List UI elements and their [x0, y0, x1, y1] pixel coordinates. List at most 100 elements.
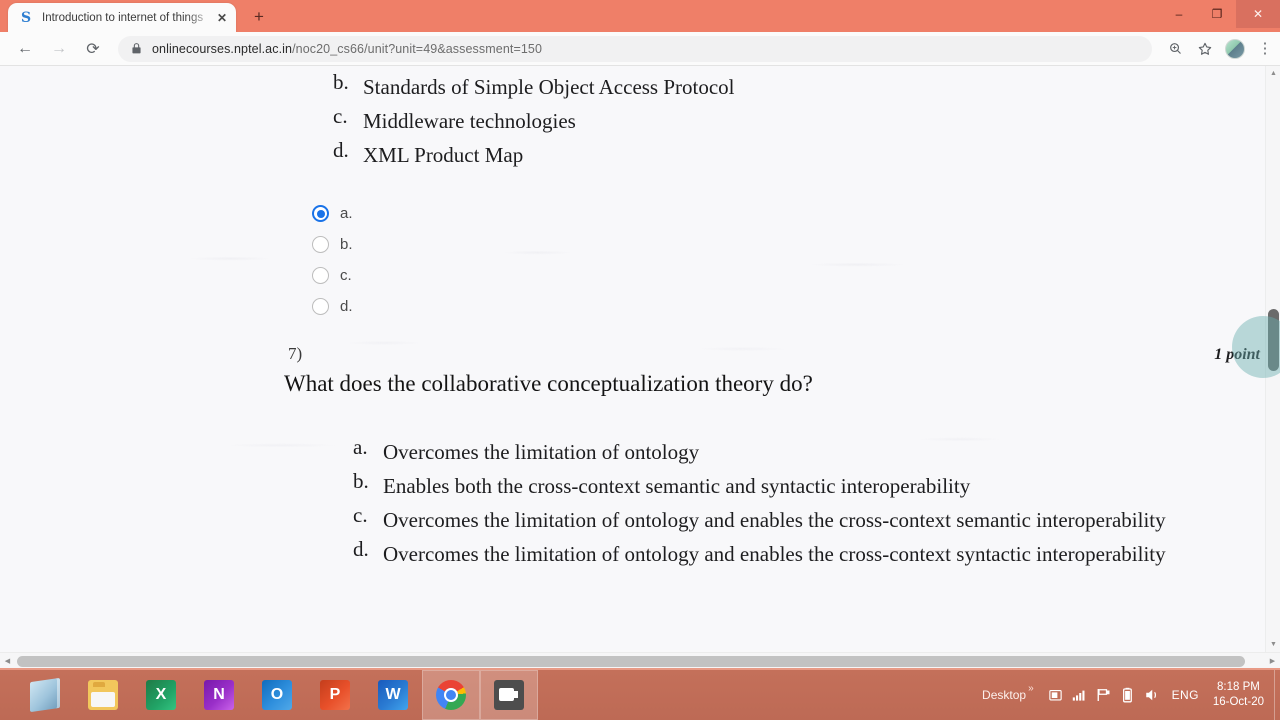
- horizontal-scrollbar[interactable]: ◀ ▶: [0, 652, 1280, 668]
- horizontal-scrollbar-thumb[interactable]: [17, 656, 1245, 667]
- taskbar-item-outlook[interactable]: O: [248, 670, 306, 720]
- window-controls: – ❐ ✕: [1160, 0, 1280, 28]
- option-row: d. XML Product Map: [333, 138, 735, 172]
- excel-icon: X: [146, 680, 176, 710]
- show-desktop-button[interactable]: [1274, 670, 1280, 720]
- scroll-down-arrow-icon[interactable]: ▼: [1266, 637, 1280, 652]
- taskbar-app-list: X N O P W: [16, 670, 538, 720]
- option-text: XML Product Map: [363, 143, 524, 167]
- question6-options: b. Standards of Simple Object Access Pro…: [333, 70, 735, 172]
- clock-date: 16-Oct-20: [1212, 696, 1264, 708]
- option-row: c. Middleware technologies: [333, 104, 735, 138]
- maximize-button[interactable]: ❐: [1198, 0, 1236, 28]
- forward-button[interactable]: →: [44, 34, 74, 64]
- zoom-in-icon[interactable]: [1160, 34, 1190, 64]
- screen-recorder-icon: [494, 680, 524, 710]
- outlook-icon: O: [262, 680, 292, 710]
- taskbar-item-file-explorer[interactable]: [74, 670, 132, 720]
- close-window-button[interactable]: ✕: [1236, 0, 1280, 28]
- scroll-right-arrow-icon[interactable]: ▶: [1265, 653, 1280, 669]
- lock-icon: [132, 43, 141, 54]
- url-path: /noc20_cs66/unit?unit=49&assessment=150: [292, 41, 543, 56]
- reload-button[interactable]: ⟳: [78, 34, 108, 64]
- profile-avatar[interactable]: [1220, 34, 1250, 64]
- powerpoint-icon: P: [320, 680, 350, 710]
- option-text: Overcomes the limitation of ontology: [383, 440, 700, 464]
- clock-time: 8:18 PM: [1217, 681, 1260, 693]
- radio-option-b[interactable]: b.: [312, 229, 353, 260]
- flag-notification-icon[interactable]: [1092, 670, 1116, 720]
- minimize-button[interactable]: –: [1160, 0, 1198, 28]
- url-domain: onlinecourses.nptel.ac.in: [152, 41, 293, 56]
- taskbar-item-powerpoint[interactable]: P: [306, 670, 364, 720]
- store-app-icon: [30, 677, 60, 713]
- clock[interactable]: 8:18 PM 16-Oct-20: [1213, 680, 1270, 710]
- tab-strip: S Introduction to internet of things ✕ +…: [0, 0, 1280, 32]
- radio-label-a: a.: [340, 205, 353, 222]
- taskbar-item-word[interactable]: W: [364, 670, 422, 720]
- volume-icon[interactable]: [1140, 670, 1164, 720]
- address-bar[interactable]: onlinecourses.nptel.ac.in/noc20_cs66/uni…: [118, 35, 1152, 62]
- taskbar-item-store-app[interactable]: [16, 670, 74, 720]
- option-letter: c.: [333, 104, 348, 128]
- swayam-favicon-icon: S: [20, 9, 32, 26]
- radio-label-c: c.: [340, 267, 352, 284]
- radio-option-d[interactable]: d.: [312, 291, 353, 322]
- chrome-icon: [436, 680, 466, 710]
- bookmark-star-icon[interactable]: [1190, 34, 1220, 64]
- radio-label-d: d.: [340, 298, 353, 315]
- browser-toolbar: ← → ⟳ onlinecourses.nptel.ac.in/noc20_cs…: [0, 32, 1280, 66]
- close-tab-icon[interactable]: ✕: [214, 10, 230, 26]
- scroll-left-arrow-icon[interactable]: ◀: [0, 653, 15, 669]
- option-row: b. Standards of Simple Object Access Pro…: [333, 70, 735, 104]
- language-indicator[interactable]: ENG: [1172, 688, 1199, 702]
- desktop-peek-label[interactable]: Desktop: [982, 688, 1026, 702]
- option-letter: b.: [353, 469, 369, 493]
- taskbar-item-excel[interactable]: X: [132, 670, 190, 720]
- option-row: b. Enables both the cross-context semant…: [353, 469, 1280, 503]
- radio-button-c[interactable]: [312, 267, 329, 284]
- option-text: Overcomes the limitation of ontology and…: [383, 508, 1166, 532]
- radio-option-a[interactable]: a.: [312, 198, 353, 229]
- option-text: Middleware technologies: [363, 109, 576, 133]
- taskbar-item-screen-recorder[interactable]: [480, 670, 538, 720]
- question7-header: 7) 1 point: [288, 344, 1260, 364]
- browser-window: S Introduction to internet of things ✕ +…: [0, 0, 1280, 668]
- chrome-menu-icon[interactable]: ⋮: [1250, 34, 1280, 64]
- question7-number: 7): [288, 344, 303, 363]
- system-tray: Desktop » ENG 8:18 PM 16-Oct-20: [982, 670, 1280, 720]
- windows-taskbar: X N O P W Desktop » ENG 8:18 PM 16-Oct-2…: [0, 668, 1280, 720]
- option-letter: c.: [353, 503, 368, 527]
- radio-button-a[interactable]: [312, 205, 329, 222]
- scroll-up-arrow-icon[interactable]: ▲: [1266, 66, 1280, 81]
- radio-label-b: b.: [340, 236, 353, 253]
- new-tab-button[interactable]: +: [246, 4, 272, 28]
- question6-radio-group: a. b. c. d.: [312, 198, 353, 322]
- onenote-icon: N: [204, 680, 234, 710]
- action-center-icon[interactable]: [1044, 670, 1068, 720]
- tray-overflow-icon[interactable]: »: [1028, 683, 1034, 694]
- question7-text: What does the collaborative conceptualiz…: [284, 371, 813, 396]
- file-explorer-icon: [88, 680, 118, 710]
- battery-icon[interactable]: [1116, 670, 1140, 720]
- option-text: Overcomes the limitation of ontology and…: [383, 542, 1166, 566]
- taskbar-item-chrome[interactable]: [422, 670, 480, 720]
- option-row: a. Overcomes the limitation of ontology: [353, 435, 1280, 469]
- browser-tab[interactable]: S Introduction to internet of things ✕: [8, 3, 236, 32]
- option-text: Enables both the cross-context semantic …: [383, 474, 971, 498]
- radio-button-d[interactable]: [312, 298, 329, 315]
- question7-options: a. Overcomes the limitation of ontology …: [353, 435, 1280, 571]
- option-letter: d.: [353, 537, 369, 561]
- taskbar-item-onenote[interactable]: N: [190, 670, 248, 720]
- network-signal-icon[interactable]: [1068, 670, 1092, 720]
- back-button[interactable]: ←: [10, 34, 40, 64]
- option-text: Standards of Simple Object Access Protoc…: [363, 75, 735, 99]
- url-text: onlinecourses.nptel.ac.in/noc20_cs66/uni…: [152, 42, 542, 56]
- radio-option-c[interactable]: c.: [312, 260, 353, 291]
- tab-title: Introduction to internet of things: [42, 11, 204, 24]
- radio-button-b[interactable]: [312, 236, 329, 253]
- option-letter: d.: [333, 138, 349, 162]
- word-icon: W: [378, 680, 408, 710]
- option-letter: b.: [333, 70, 349, 94]
- page-viewport: b. Standards of Simple Object Access Pro…: [0, 66, 1280, 668]
